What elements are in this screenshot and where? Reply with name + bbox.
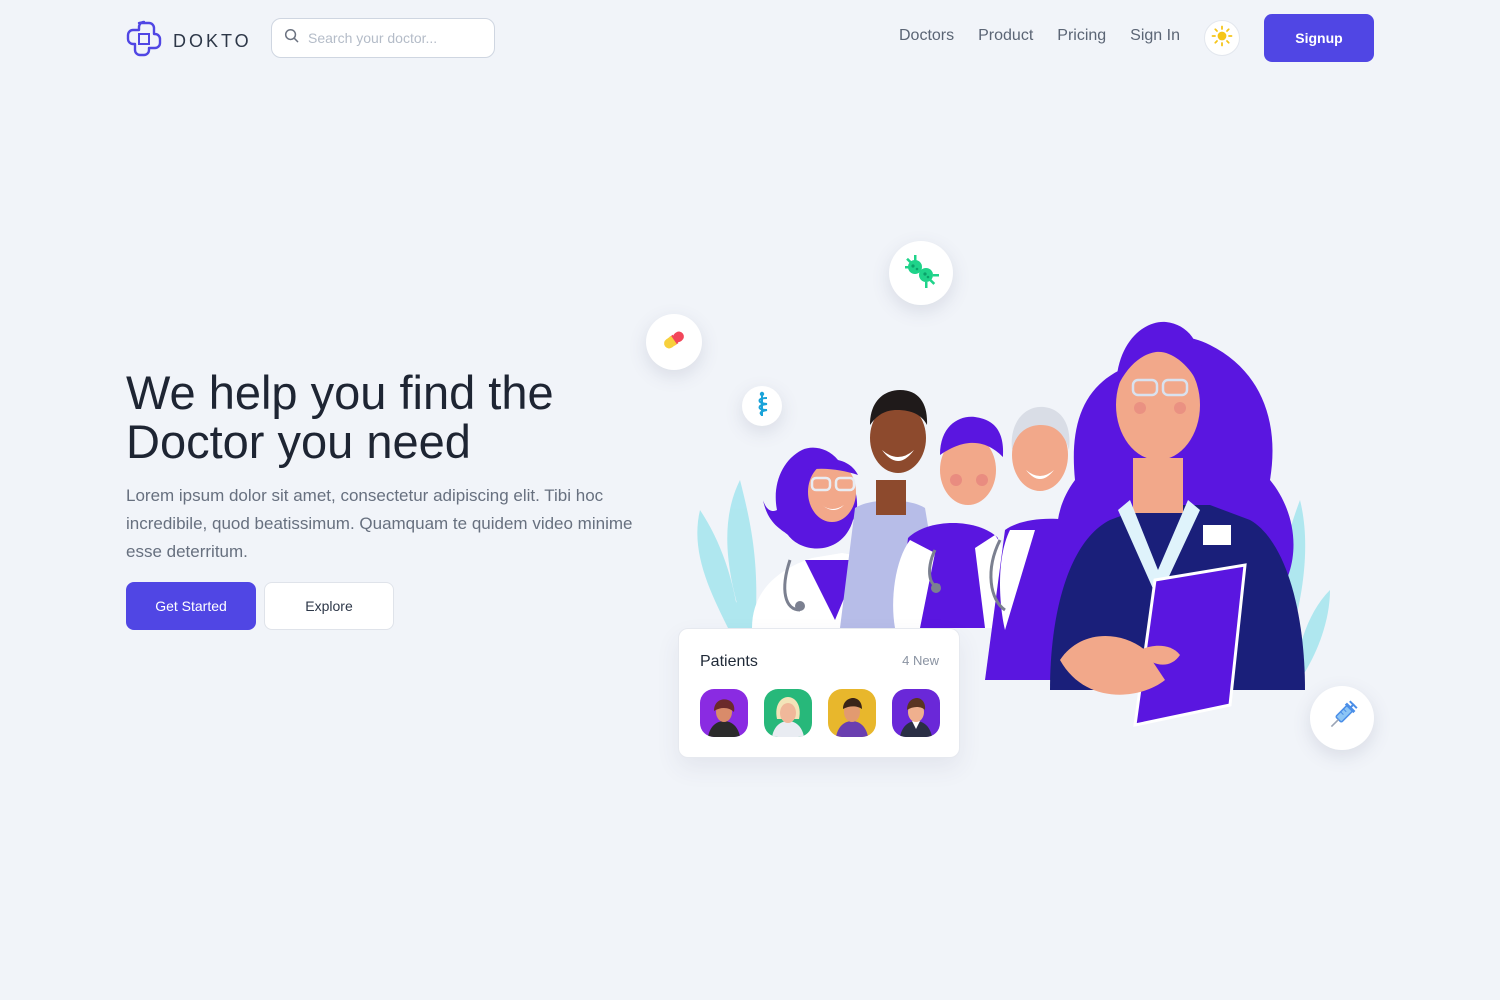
syringe-icon [1325, 699, 1359, 738]
main-nav: Doctors Product Pricing Sign In [899, 27, 1180, 45]
patient-avatar-3[interactable] [828, 689, 876, 737]
patient-avatars [700, 689, 940, 737]
patients-card-title: Patients [700, 653, 758, 670]
sun-icon [1211, 25, 1233, 52]
patients-card[interactable]: Patients 4 New [678, 628, 960, 758]
doctor-5 [1050, 321, 1305, 727]
nav-link-sign-in[interactable]: Sign In [1130, 27, 1180, 45]
nav-link-product[interactable]: Product [978, 27, 1033, 45]
signup-button[interactable]: Signup [1264, 14, 1374, 62]
medical-cross-logo-icon [125, 20, 163, 63]
virus-badge [889, 241, 953, 305]
pill-badge [646, 314, 702, 370]
theme-toggle-button[interactable] [1204, 20, 1240, 56]
logo-text: DOKTO [173, 31, 252, 51]
patient-avatar-2[interactable] [764, 689, 812, 737]
hero-description: Lorem ipsum dolor sit amet, consectetur … [126, 486, 633, 561]
caduceus-badge [742, 386, 782, 426]
patient-avatar-1[interactable] [700, 689, 748, 737]
logo[interactable]: DOKTO [125, 20, 252, 63]
search-icon [284, 28, 299, 48]
pill-icon [660, 326, 688, 359]
syringe-badge [1310, 686, 1374, 750]
top-navbar: DOKTO Doctors Product Pricing Sign In Si [0, 0, 1500, 76]
nav-link-doctors[interactable]: Doctors [899, 27, 954, 45]
patient-avatar-4[interactable] [892, 689, 940, 737]
search-box[interactable] [271, 18, 495, 58]
patients-new-badge: 4 New [902, 653, 939, 668]
nav-link-pricing[interactable]: Pricing [1057, 27, 1106, 45]
virus-icon [902, 252, 940, 295]
hero-title-line-2: Doctor you need [126, 415, 471, 468]
caduceus-icon [752, 391, 772, 422]
search-input[interactable] [308, 30, 478, 46]
get-started-button[interactable]: Get Started [126, 582, 256, 630]
hero-title-line-1: We help you find the [126, 366, 554, 419]
hero-title: We help you find the Doctor you need [126, 368, 646, 466]
explore-button[interactable]: Explore [264, 582, 394, 630]
